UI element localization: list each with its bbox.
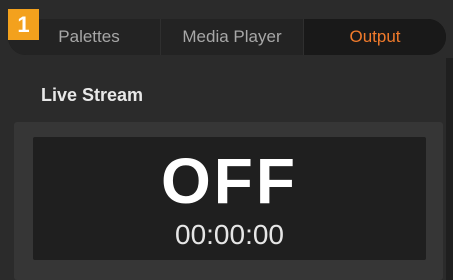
- callout-badge: 1: [8, 9, 39, 40]
- tab-palettes-label: Palettes: [58, 27, 120, 46]
- tab-media-player[interactable]: Media Player: [161, 19, 304, 55]
- stream-timer: 00:00:00: [175, 219, 284, 250]
- tab-media-player-label: Media Player: [182, 27, 282, 46]
- stream-status-text: OFF: [161, 145, 298, 217]
- tab-bar: Palettes Media Player Output: [8, 19, 446, 55]
- tab-output-label: Output: [349, 27, 401, 46]
- section-title: Live Stream: [41, 85, 144, 105]
- tab-output[interactable]: Output: [304, 19, 446, 55]
- stream-status-display: OFF 00:00:00: [33, 137, 426, 260]
- scroll-edge: [446, 58, 453, 280]
- callout-badge-number: 1: [17, 11, 30, 37]
